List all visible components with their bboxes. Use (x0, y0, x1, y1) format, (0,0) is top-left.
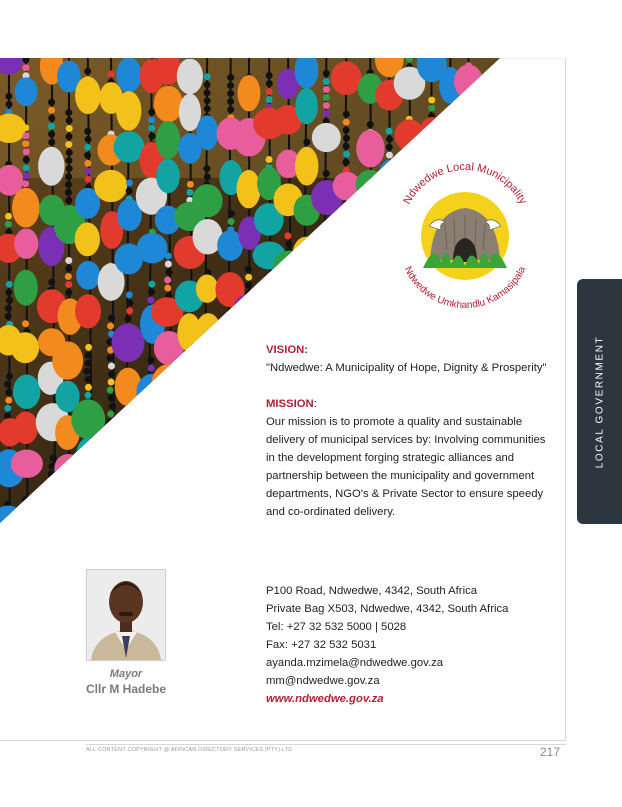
telephone: Tel: +27 32 532 5000 | 5028 (266, 621, 407, 633)
municipality-logo: Ndwedwe Local Municipality Ndwedwe Umkha… (401, 161, 529, 310)
mission-heading-line: MISSION: (266, 395, 551, 413)
mayor-name: Cllr M Hadebe (85, 682, 166, 696)
email-link-2[interactable]: mm@ndwedwe.gov.za (266, 672, 556, 690)
mission-heading: MISSION (266, 398, 314, 410)
mission-colon: : (313, 398, 317, 410)
vision-text: "Ndwedwe: A Municipality of Hope, Dignit… (266, 362, 547, 374)
mission-text: Our mission is to promote a quality and … (266, 416, 546, 518)
vision-mission-block: VISION: "Ndwedwe: A Municipality of Hope… (266, 341, 551, 521)
website-link[interactable]: www.ndwedwe.gov.za (266, 690, 556, 708)
local-government-tab[interactable]: LOCAL GOVERNMENT (577, 279, 622, 524)
page-number: 217 (540, 745, 561, 759)
vision-heading: VISION: (266, 344, 309, 356)
tab-label: LOCAL GOVERNMENT (594, 335, 605, 468)
footer-divider (86, 744, 566, 745)
postal-address: Private Bag X503, Ndwedwe, 4342, South A… (266, 603, 509, 615)
mayor-role: Mayor (109, 668, 143, 680)
copyright-text: ALL CONTENT COPYRIGHT @ AFRICAN DIRECTOR… (86, 747, 293, 753)
fax: Fax: +27 32 532 5031 (266, 639, 377, 651)
mayor-photo (86, 569, 166, 661)
address: P100 Road, Ndwedwe, 4342, South Africa (266, 585, 478, 597)
contact-block: P100 Road, Ndwedwe, 4342, South Africa P… (266, 582, 556, 708)
email-link-1[interactable]: ayanda.mzimela@ndwedwe.gov.za (266, 654, 556, 672)
